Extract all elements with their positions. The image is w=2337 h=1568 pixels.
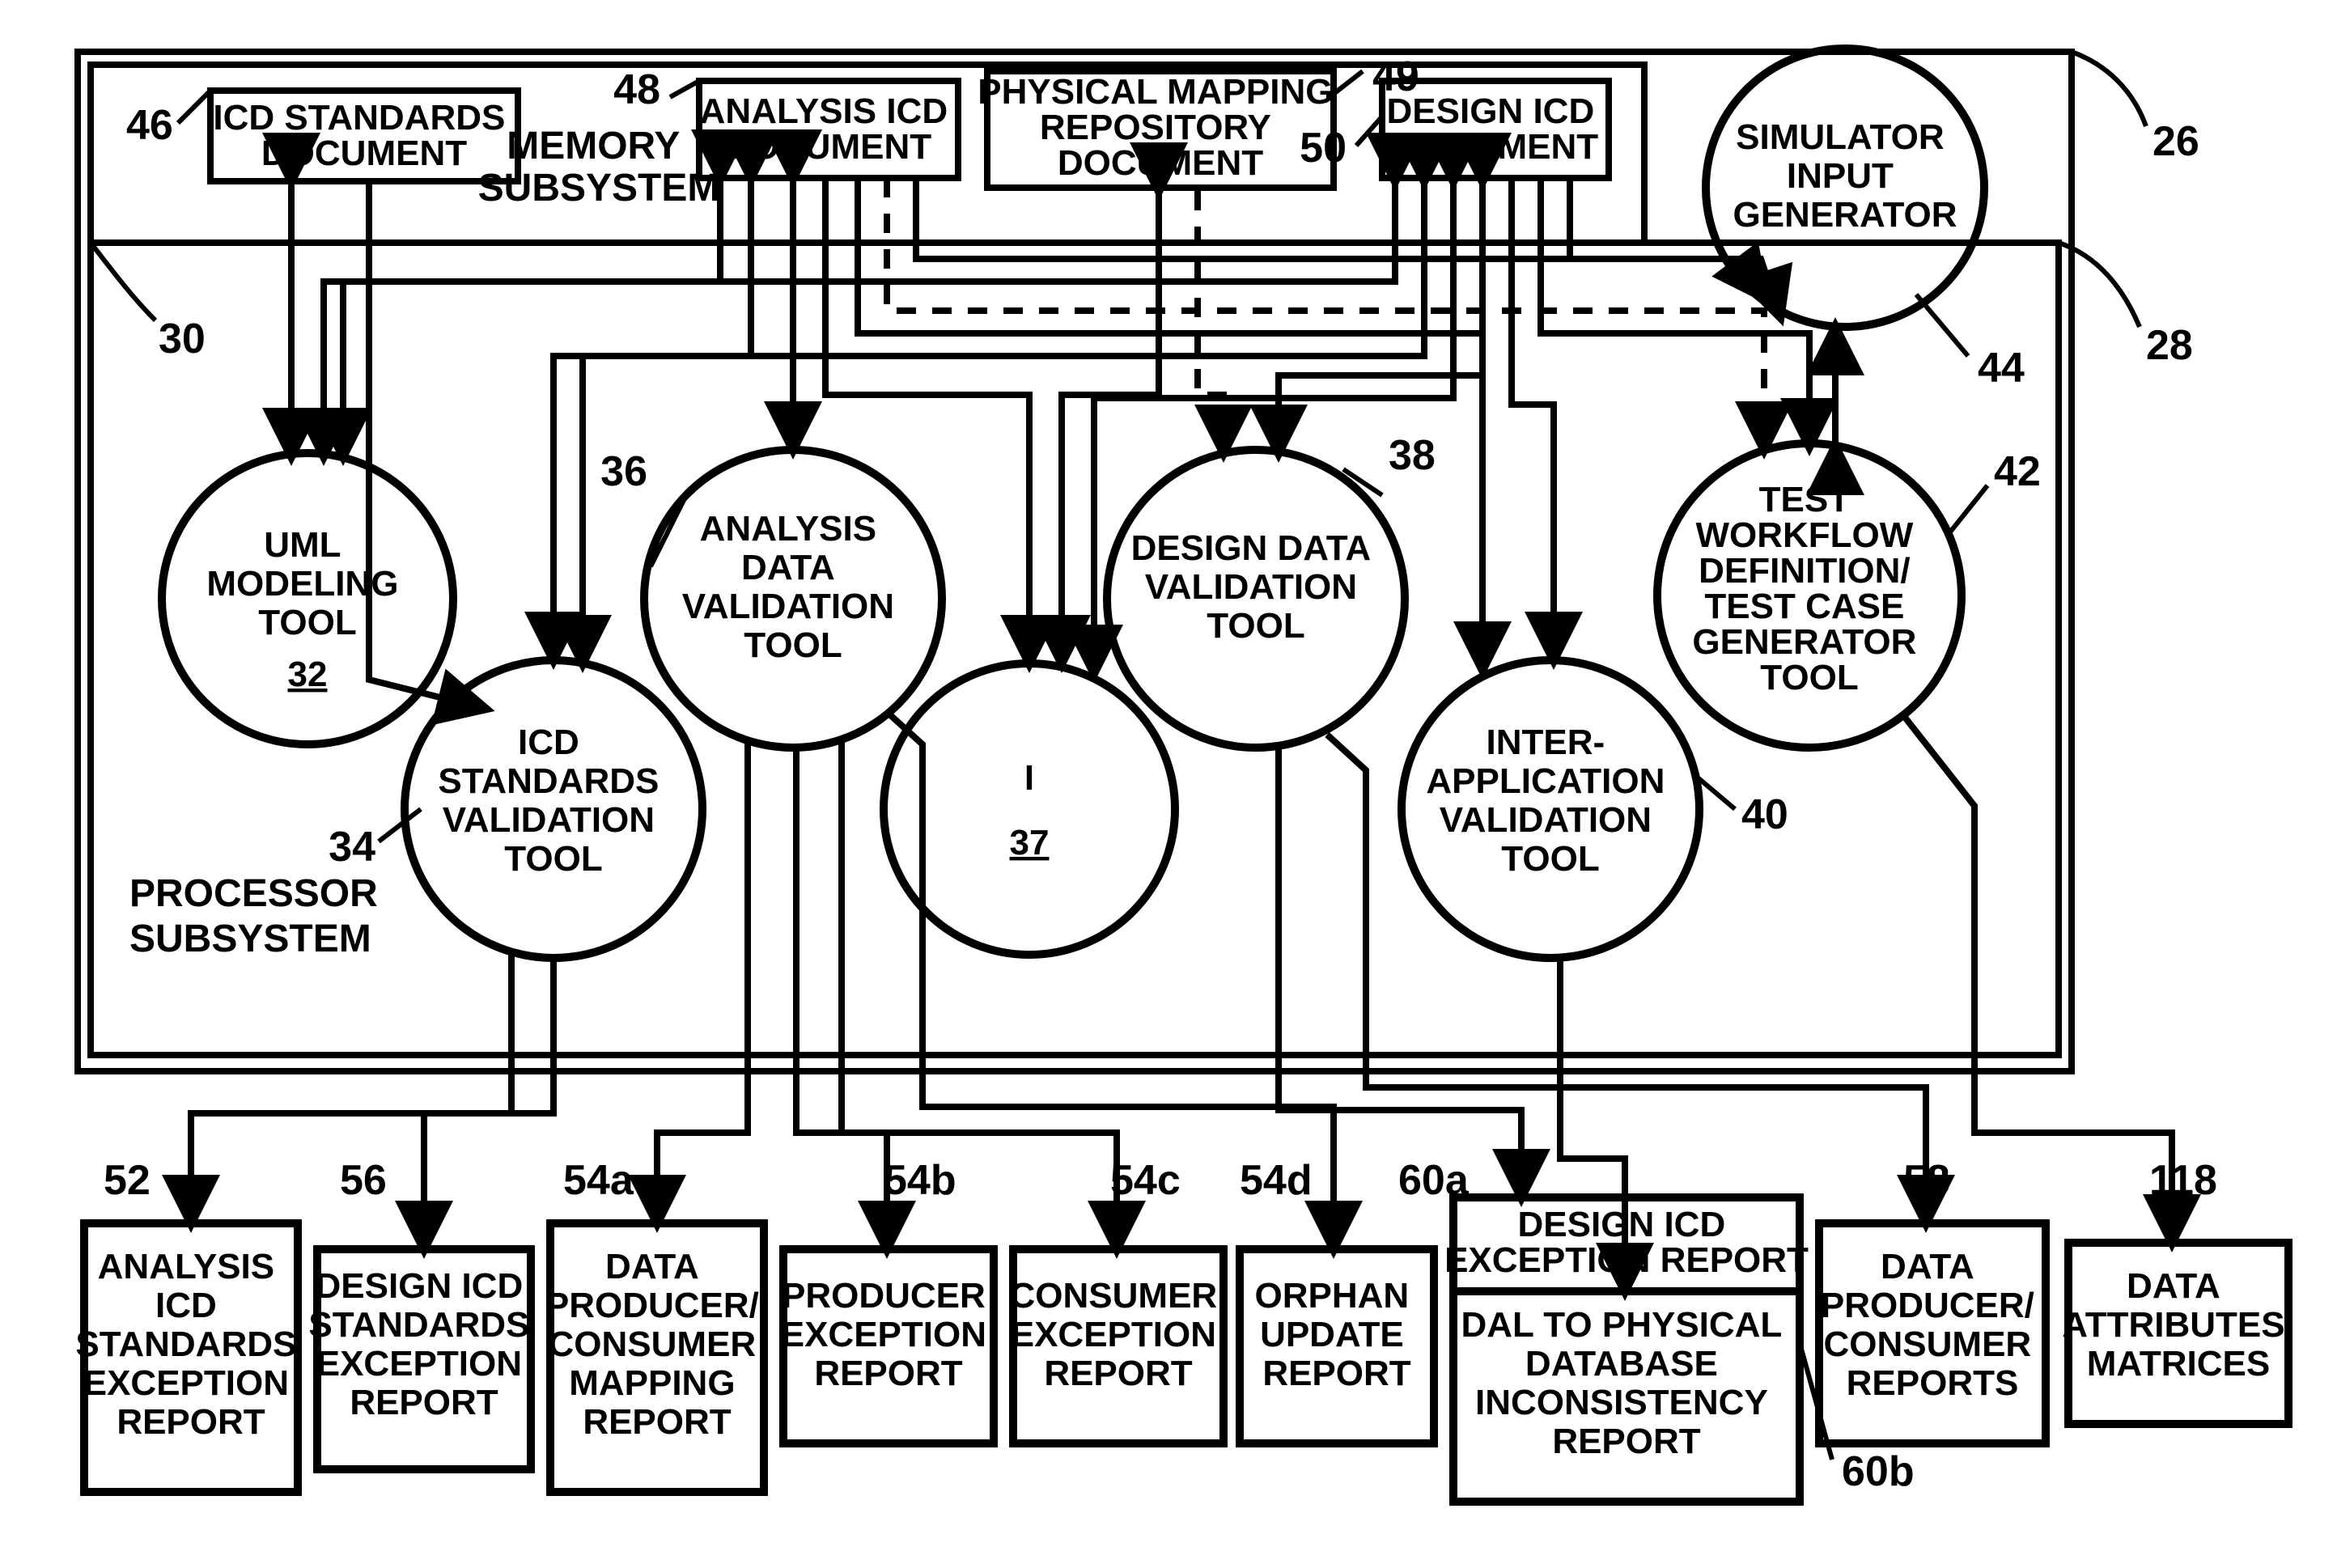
report-118-label: DATA ATTRIBUTES MATRICES <box>2062 1266 2295 1384</box>
ref-48: 48 <box>613 66 660 113</box>
simulator-input-generator-label: SIMULATOR INPUT GENERATOR <box>1733 117 1957 235</box>
test-workflow-tool-label: TEST WORKFLOW DEFINITION/ TEST CASE GENE… <box>1692 480 1926 697</box>
report-58-label: DATA PRODUCER/ CONSUMER REPORTS <box>1821 1247 2044 1403</box>
ibar-tool-label: I <box>1024 758 1034 798</box>
icd-standards-document-label: ICD STANDARDS DOCUMENT <box>213 98 515 173</box>
ref-60a: 60a <box>1398 1157 1470 1204</box>
ref-44: 44 <box>1978 345 2025 392</box>
ref-54b: 54b <box>884 1157 956 1204</box>
design-data-validation-tool-label: DESIGN DATA VALIDATION TOOL <box>1131 528 1381 646</box>
ref-26: 26 <box>2152 118 2199 165</box>
ref-58: 58 <box>1903 1157 1950 1204</box>
ref-36: 36 <box>600 448 647 495</box>
ref-60b: 60b <box>1842 1448 1915 1495</box>
icd-standards-validation-tool-label: ICD STANDARDS VALIDATION TOOL <box>438 723 668 879</box>
report-52-label: ANALYSIS ICD STANDARDS EXCEPTION REPORT <box>75 1247 306 1442</box>
ref-32: 32 <box>288 655 328 694</box>
ref-118: 118 <box>2149 1157 2217 1204</box>
analysis-data-validation-tool-label: ANALYSIS DATA VALIDATION TOOL <box>682 509 905 665</box>
ref-54d: 54d <box>1240 1157 1313 1204</box>
ref-38: 38 <box>1389 432 1436 479</box>
ref-37: 37 <box>1010 823 1050 862</box>
ref-28: 28 <box>2146 322 2193 369</box>
report-54b-label: PRODUCER EXCEPTION REPORT <box>781 1276 997 1393</box>
ref-54c: 54c <box>1110 1157 1181 1204</box>
report-60a-label: DESIGN ICD EXCEPTION REPORT <box>1444 1205 1809 1280</box>
ref-40: 40 <box>1741 791 1788 838</box>
ref-46: 46 <box>126 102 173 149</box>
ref-54a: 54a <box>563 1157 634 1204</box>
report-60b-label: DAL TO PHYSICAL DATABASE INCONSISTENCY R… <box>1461 1305 1792 1461</box>
analysis-icd-document-label: ANALYSIS ICD DOCUMENT <box>700 91 958 167</box>
ref-52: 52 <box>104 1157 151 1204</box>
report-54c-label: CONSUMER EXCEPTION REPORT <box>1010 1276 1228 1393</box>
report-56-label: DESIGN ICD STANDARDS EXCEPTION REPORT <box>308 1266 539 1422</box>
ibar-tool <box>884 663 1175 955</box>
processor-subsystem-label: PROCESSOR SUBSYSTEM <box>129 872 388 960</box>
ref-56: 56 <box>340 1157 387 1204</box>
uml-modeling-tool-label: UML MODELING TOOL <box>206 525 408 642</box>
inter-app-validation-tool-label: INTER- APPLICATION VALIDATION TOOL <box>1426 723 1674 879</box>
ref-50: 50 <box>1300 125 1347 172</box>
design-icd-document-label: DESIGN ICD DOCUMENT <box>1387 91 1605 167</box>
report-54a-label: DATA PRODUCER/ CONSUMER MAPPING REPORT <box>545 1247 769 1442</box>
ref-34: 34 <box>329 824 375 871</box>
system-diagram: MEMORY SUBSYSTEM PROCESSOR SUBSYSTEM ICD… <box>0 0 2337 1568</box>
report-54d-label: ORPHAN UPDATE REPORT <box>1255 1276 1419 1393</box>
ref-49: 49 <box>1372 53 1419 100</box>
physical-mapping-repo-doc-label: PHYSICAL MAPPING REPOSITORY DOCUMENT <box>978 72 1342 183</box>
ref-30: 30 <box>159 316 206 362</box>
ref-42: 42 <box>1994 448 2041 495</box>
